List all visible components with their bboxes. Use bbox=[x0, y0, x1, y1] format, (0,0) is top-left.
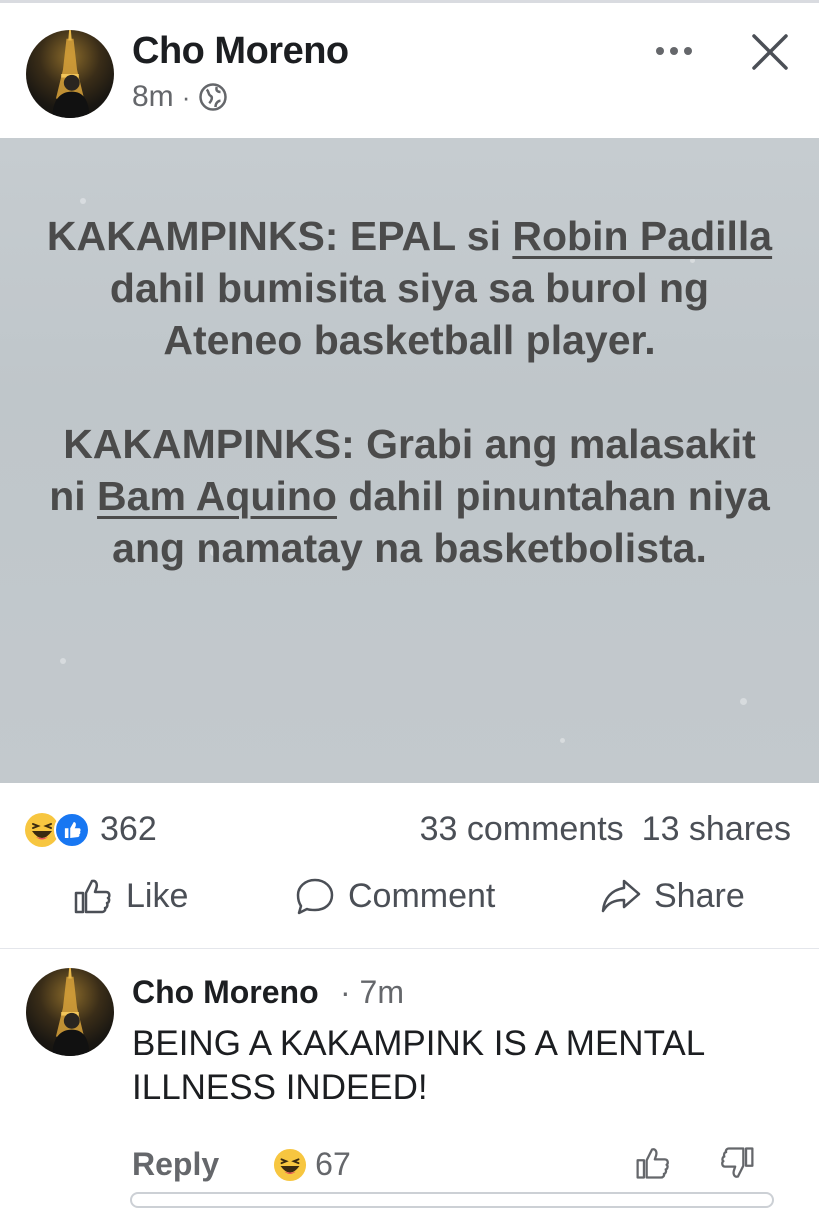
more-icon[interactable] bbox=[652, 36, 696, 66]
comment-label: Comment bbox=[348, 876, 496, 915]
share-icon bbox=[601, 879, 641, 913]
share-label: Share bbox=[654, 876, 745, 915]
comment-input-edge[interactable] bbox=[130, 1192, 774, 1208]
comment-count[interactable]: 33 comments bbox=[420, 810, 624, 849]
comments-divider bbox=[0, 948, 819, 949]
post-author-avatar[interactable] bbox=[26, 30, 114, 118]
reaction-count: 362 bbox=[100, 810, 157, 848]
comment-time: · 7m bbox=[340, 974, 404, 1010]
tagged-person-bam[interactable]: Bam Aquino bbox=[97, 473, 337, 519]
comment-text: BEING A KAKAMPINK IS A MENTAL ILLNESS IN… bbox=[132, 1024, 704, 1107]
image-paragraph-1: KAKAMPINKS: EPAL si Robin Padilla dahil … bbox=[40, 210, 779, 366]
comment-button[interactable]: Comment bbox=[294, 875, 495, 917]
post-image-text: KAKAMPINKS: EPAL si Robin Padilla dahil … bbox=[40, 210, 779, 574]
post-time[interactable]: 8m bbox=[132, 80, 174, 114]
haha-reaction-icon bbox=[274, 1148, 307, 1181]
comment-actions: Reply 67 bbox=[132, 1146, 351, 1183]
meta-separator: · bbox=[181, 81, 191, 112]
avatar-image bbox=[52, 968, 90, 1056]
comment-icon bbox=[296, 878, 334, 915]
like-button[interactable]: Like bbox=[72, 875, 188, 917]
comment-reaction-count: 67 bbox=[315, 1146, 351, 1182]
paragraph-1-suffix: dahil bumisita siya sa burol ng Ateneo b… bbox=[109, 265, 710, 363]
like-reaction-icon bbox=[54, 811, 90, 848]
like-icon[interactable] bbox=[634, 1144, 672, 1182]
post-image[interactable]: KAKAMPINKS: EPAL si Robin Padilla dahil … bbox=[0, 138, 819, 783]
close-icon[interactable] bbox=[748, 30, 792, 74]
dislike-icon[interactable] bbox=[718, 1144, 756, 1182]
post-meta: 8m · bbox=[132, 80, 228, 114]
reaction-summary[interactable]: 362 bbox=[24, 810, 157, 849]
comment-author-name[interactable]: Cho Moreno bbox=[132, 974, 319, 1011]
paragraph-1-prefix: KAKAMPINKS: EPAL si bbox=[46, 213, 513, 259]
avatar-image bbox=[52, 30, 90, 118]
share-button[interactable]: Share bbox=[600, 875, 745, 917]
post-author-name[interactable]: Cho Moreno bbox=[132, 30, 349, 73]
top-divider bbox=[0, 0, 819, 3]
image-paragraph-2: KAKAMPINKS: Grabi ang malasakit ni Bam A… bbox=[40, 418, 779, 574]
like-icon bbox=[74, 879, 111, 914]
like-label: Like bbox=[126, 876, 189, 915]
comment-author-avatar[interactable] bbox=[26, 968, 114, 1056]
post-stats: 33 comments 13 shares bbox=[420, 810, 791, 849]
share-count[interactable]: 13 shares bbox=[642, 810, 791, 849]
post-action-bar: Like Comment Share bbox=[0, 875, 819, 931]
globe-icon bbox=[199, 83, 228, 111]
comment-reactions[interactable]: 67 bbox=[273, 1146, 351, 1183]
reply-button[interactable]: Reply bbox=[132, 1146, 219, 1183]
tagged-person-robin[interactable]: Robin Padilla bbox=[512, 213, 772, 259]
